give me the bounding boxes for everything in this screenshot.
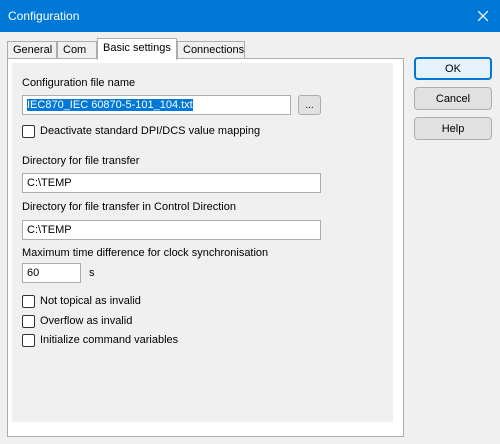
max-time-label: Maximum time difference for clock synchr… xyxy=(22,247,269,259)
not-topical-checkbox[interactable] xyxy=(22,295,35,308)
browse-button[interactable]: ... xyxy=(298,95,321,115)
ok-button[interactable]: OK xyxy=(414,57,492,80)
tab-basic-settings[interactable]: Basic settings xyxy=(97,38,177,60)
deactivate-mapping-checkbox[interactable] xyxy=(22,125,35,138)
close-icon xyxy=(478,11,488,21)
init-cmd-label: Initialize command variables xyxy=(40,334,179,346)
tab-connections[interactable]: Connections xyxy=(177,41,245,59)
tab-com[interactable]: Com xyxy=(57,41,97,59)
deactivate-mapping-label: Deactivate standard DPI/DCS value mappin… xyxy=(40,125,261,137)
config-file-value: IEC870_IEC 60870-5-101_104.txt xyxy=(27,99,193,111)
dir-transfer-input[interactable]: C:\TEMP xyxy=(22,173,321,193)
init-cmd-checkbox[interactable] xyxy=(22,334,35,347)
close-button[interactable] xyxy=(466,0,500,32)
title-bar: Configuration xyxy=(0,0,500,32)
tab-general[interactable]: General xyxy=(7,41,57,59)
help-button[interactable]: Help xyxy=(414,117,492,140)
max-time-input[interactable]: 60 xyxy=(22,263,81,283)
config-file-input[interactable]: IEC870_IEC 60870-5-101_104.txt xyxy=(22,95,291,115)
tab-panel: Configuration file name IEC870_IEC 60870… xyxy=(7,58,404,437)
dir-control-input[interactable]: C:\TEMP xyxy=(22,220,321,240)
not-topical-label: Not topical as invalid xyxy=(40,295,141,307)
dir-transfer-label: Directory for file transfer xyxy=(22,155,140,167)
max-time-unit: s xyxy=(89,267,95,279)
basic-settings-group: Configuration file name IEC870_IEC 60870… xyxy=(12,63,393,422)
config-file-label: Configuration file name xyxy=(22,77,136,89)
cancel-button[interactable]: Cancel xyxy=(414,87,492,110)
overflow-label: Overflow as invalid xyxy=(40,315,133,327)
overflow-checkbox[interactable] xyxy=(22,315,35,328)
window-title: Configuration xyxy=(8,9,80,23)
dir-control-label: Directory for file transfer in Control D… xyxy=(22,201,236,213)
